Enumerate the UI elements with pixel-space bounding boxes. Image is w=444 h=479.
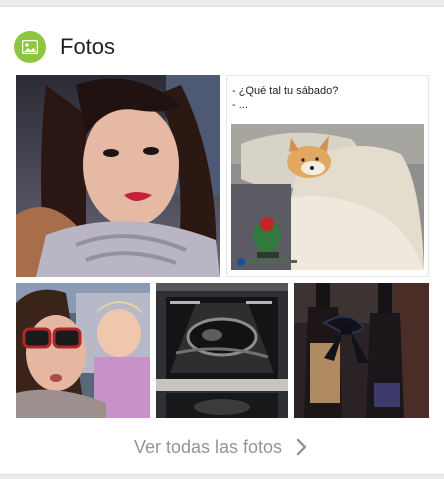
chevron-right-icon [296,438,307,456]
photo-thumbnail[interactable]: - ¿Qué tal tu sábado? - ... [226,75,429,277]
photos-card: Fotos - ¿Qué tal tu sábado? - ... Ver to… [0,6,444,475]
view-all-photos-label: Ver todas las fotos [133,436,283,457]
photo-thumbnail[interactable] [16,75,220,277]
meme-line: - ¿Qué tal tu sábado? [232,85,339,97]
meme-line: - ... [232,99,248,111]
photo-thumbnail[interactable] [294,283,429,418]
view-all-photos-link[interactable]: Ver todas las fotos [0,427,444,467]
photo-thumbnail[interactable] [156,283,288,418]
page-title: Fotos [60,34,116,59]
meme-caption: - ¿Qué tal tu sábado? - ... [232,84,338,112]
photo-icon [14,31,46,63]
photo-thumbnail[interactable] [16,283,150,418]
photos-header[interactable]: Fotos [14,29,115,65]
meme-image [231,124,424,270]
